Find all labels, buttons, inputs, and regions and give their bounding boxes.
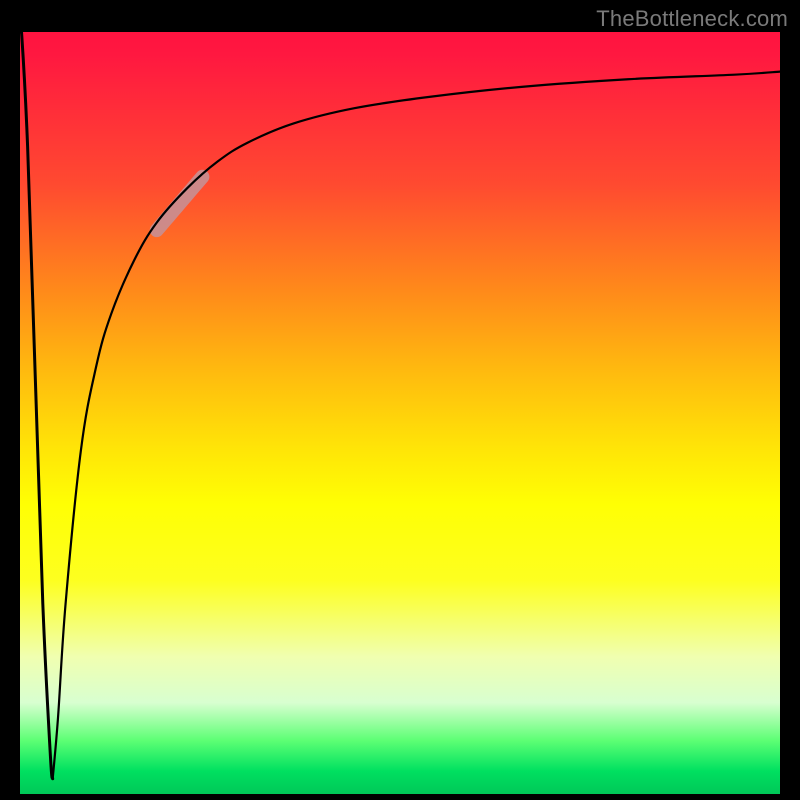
chart-container: TheBottleneck.com [0,0,800,800]
highlight-segment [157,177,203,230]
curve-rise [53,72,780,779]
curve-layer [20,32,780,794]
attribution-text: TheBottleneck.com [596,6,788,32]
curve-drop [20,32,53,779]
